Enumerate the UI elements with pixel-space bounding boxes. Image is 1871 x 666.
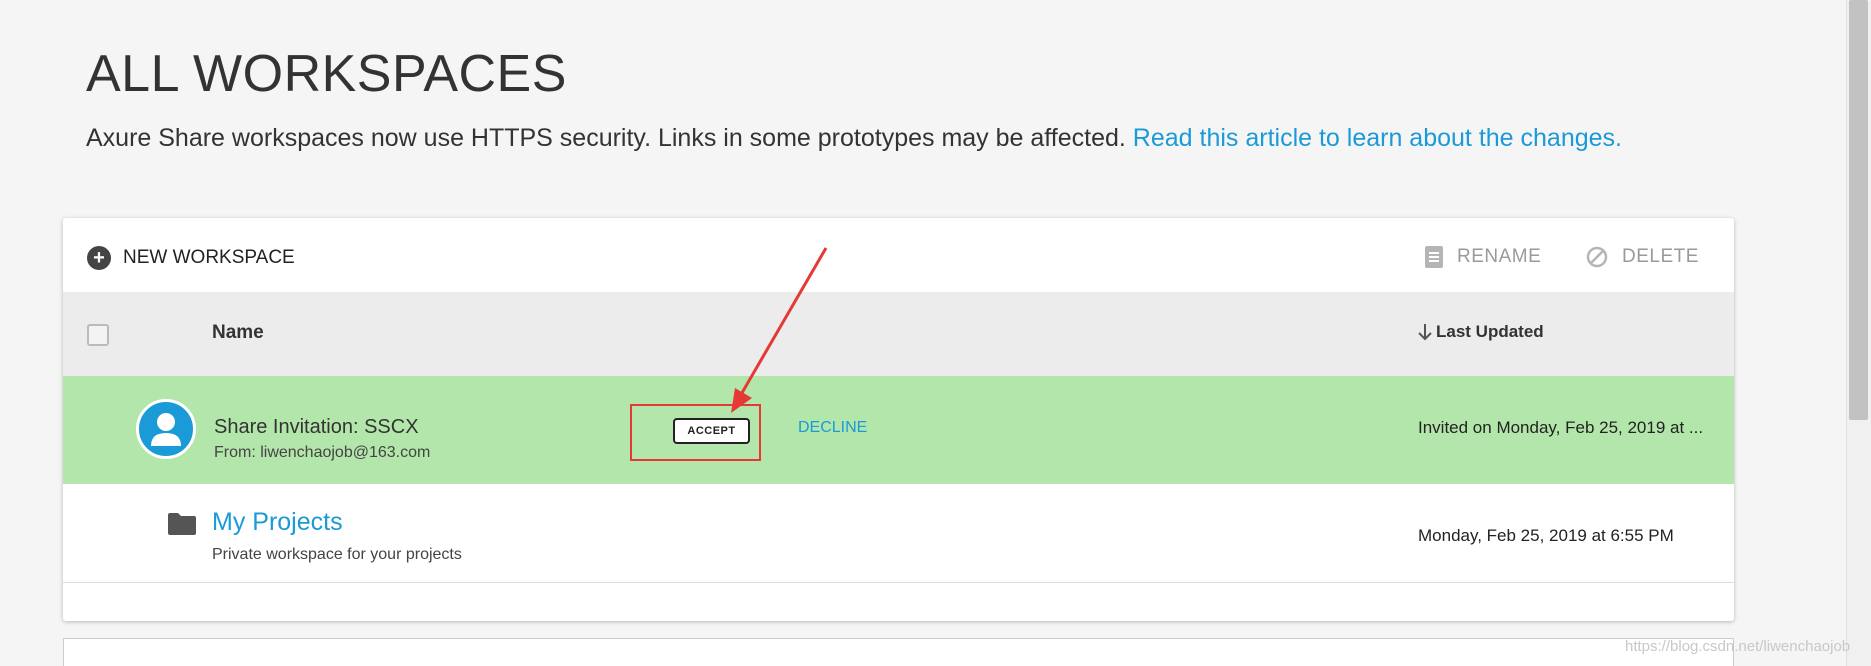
delete-button[interactable]: DELETE xyxy=(1586,246,1699,268)
table-header: Name Last Updated xyxy=(63,292,1734,376)
delete-label: DELETE xyxy=(1622,246,1699,267)
name-column-header[interactable]: Name xyxy=(212,322,264,344)
page-title: ALL WORKSPACES xyxy=(86,45,567,103)
new-workspace-button[interactable]: + NEW WORKSPACE xyxy=(87,246,295,270)
user-avatar-icon xyxy=(136,399,196,459)
new-workspace-label: NEW WORKSPACE xyxy=(123,247,295,268)
accept-button[interactable]: ACCEPT xyxy=(673,418,750,444)
invitation-sender: From: liwenchaojob@163.com xyxy=(214,444,431,461)
document-icon xyxy=(1425,246,1443,268)
scrollbar-thumb[interactable] xyxy=(1849,0,1868,420)
workspace-description: Private workspace for your projects xyxy=(212,546,462,563)
workspace-last-updated: Monday, Feb 25, 2019 at 6:55 PM xyxy=(1418,526,1674,545)
workspaces-card: + NEW WORKSPACE RENAME DELETE Name Last … xyxy=(63,218,1734,621)
watermark: https://blog.csdn.net/liwenchaojob xyxy=(1625,638,1851,655)
last-updated-label: Last Updated xyxy=(1436,322,1544,341)
last-updated-column-header[interactable]: Last Updated xyxy=(1418,322,1544,342)
notice-text: Axure Share workspaces now use HTTPS sec… xyxy=(86,124,1126,152)
rename-label: RENAME xyxy=(1457,246,1542,267)
workspace-row[interactable]: My Projects Private workspace for your p… xyxy=(63,484,1734,583)
invitation-title: Share Invitation: SSCX xyxy=(214,416,419,438)
invitation-date: Invited on Monday, Feb 25, 2019 at ... xyxy=(1418,418,1704,437)
rename-button[interactable]: RENAME xyxy=(1425,246,1541,268)
decline-button[interactable]: DECLINE xyxy=(798,419,867,437)
workspace-toolbar: + NEW WORKSPACE RENAME DELETE xyxy=(63,218,1734,292)
https-notice: Axure Share workspaces now use HTTPS sec… xyxy=(86,124,1622,153)
prohibited-icon xyxy=(1586,246,1608,268)
notice-link[interactable]: Read this article to learn about the cha… xyxy=(1133,124,1622,152)
workspaces-page: ALL WORKSPACES Axure Share workspaces no… xyxy=(0,0,1871,666)
sort-down-arrow-icon xyxy=(1418,324,1432,341)
bottom-panel xyxy=(63,638,1734,666)
invitation-row: Share Invitation: SSCX From: liwenchaojo… xyxy=(63,376,1734,484)
plus-circle-icon: + xyxy=(87,246,111,270)
select-all-checkbox[interactable] xyxy=(87,324,109,346)
workspace-name-link[interactable]: My Projects xyxy=(212,508,343,537)
folder-icon xyxy=(168,513,196,535)
